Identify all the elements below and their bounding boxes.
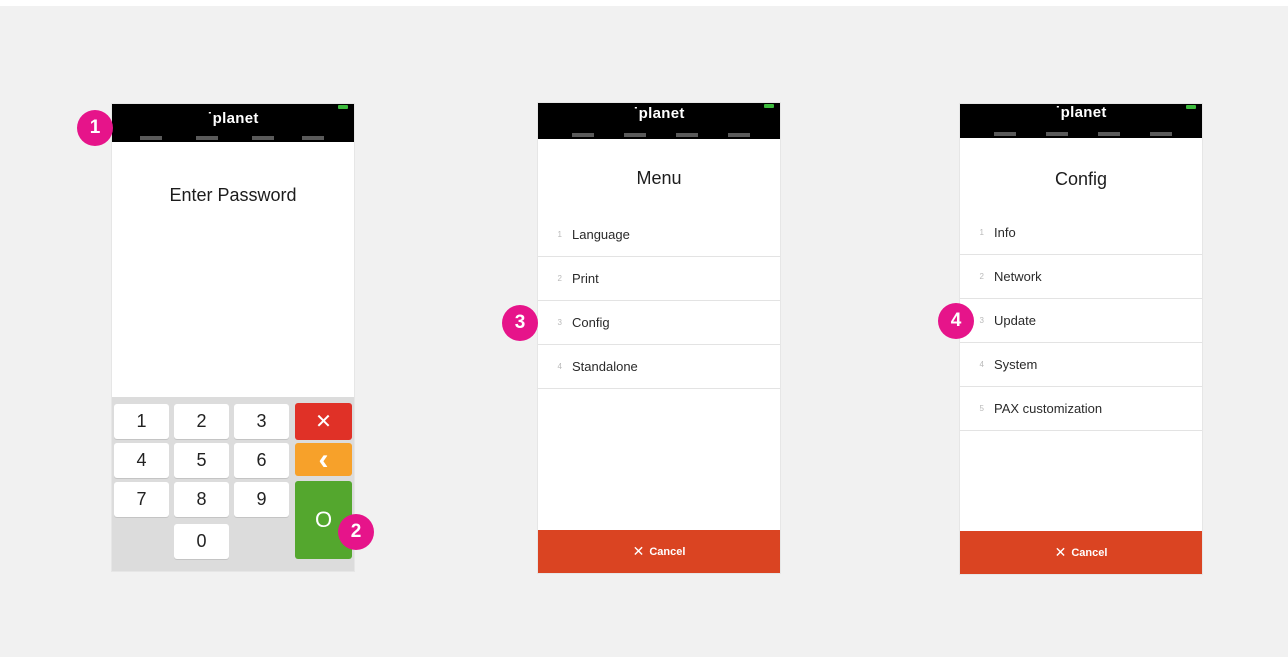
tab-indicator [1150,132,1172,136]
numeric-keypad: 1 2 3 4 5 6 7 8 9 0 ✕ ‹ O [112,397,354,571]
key-6[interactable]: 6 [234,443,289,478]
tab-indicators [960,132,1202,136]
menu-item-number: 5 [979,404,984,413]
menu-item-label: PAX customization [994,401,1103,416]
cancel-label: Cancel [649,545,686,558]
tab-indicator [624,133,646,137]
battery-icon [338,105,348,109]
ok-icon: O [314,507,333,532]
menu-item-label: Print [572,271,599,286]
step-badge-3: 3 [502,305,538,341]
menu-item-network[interactable]: 2 Network [960,255,1202,299]
menu-item-label: Standalone [572,359,638,374]
status-bar: ˙planet [112,104,354,142]
close-icon: ✕ [632,543,645,559]
config-screen: ˙planet Config 1 Info 2 Network 3 Update [959,103,1203,575]
menu-item-label: Network [994,269,1042,284]
close-icon: ✕ [315,411,332,433]
menu-item-number: 2 [557,274,562,283]
key-0[interactable]: 0 [174,524,229,559]
menu-item-number: 4 [557,362,562,371]
tab-indicator [728,133,750,137]
step-badge-2: 2 [338,514,374,550]
key-4[interactable]: 4 [114,443,169,478]
battery-icon [764,104,774,108]
backspace-key[interactable]: ‹ [295,443,352,476]
step-badge-1: 1 [77,110,113,146]
key-9[interactable]: 9 [234,482,289,517]
menu-item-info[interactable]: 1 Info [960,211,1202,255]
key-1[interactable]: 1 [114,404,169,439]
page-title: Enter Password [169,185,297,205]
tab-indicator [196,136,218,140]
menu-item-pax-customization[interactable]: 5 PAX customization [960,387,1202,431]
tab-indicators [538,133,780,137]
menu-item-label: Update [994,313,1036,328]
menu-item-system[interactable]: 4 System [960,343,1202,387]
password-screen: ˙planet Enter Password 1 2 3 4 5 6 7 8 9… [111,103,355,572]
menu-item-number: 1 [557,230,562,239]
cancel-button[interactable]: ✕ Cancel [538,530,780,573]
planet-logo: ˙planet [1055,104,1107,121]
menu-item-number: 4 [979,360,984,369]
step-badge-4: 4 [938,303,974,339]
key-8[interactable]: 8 [174,482,229,517]
tab-indicator [302,136,324,140]
key-5[interactable]: 5 [174,443,229,478]
status-bar: ˙planet [960,104,1202,138]
menu-item-update[interactable]: 3 Update [960,299,1202,343]
menu-item-label: Config [572,315,610,330]
menu-item-language[interactable]: 1 Language [538,213,780,257]
key-3[interactable]: 3 [234,404,289,439]
chevron-left-icon: ‹ [318,442,329,476]
planet-logo: ˙planet [207,110,259,127]
menu-item-config[interactable]: 3 Config [538,301,780,345]
cancel-key[interactable]: ✕ [295,403,352,440]
tab-indicator [1098,132,1120,136]
menu-item-number: 2 [979,272,984,281]
menu-screen: ˙planet Menu 1 Language 2 Print 3 Config [537,102,781,574]
tab-indicator [994,132,1016,136]
page-title: Config [1054,169,1108,189]
close-icon: ✕ [1054,544,1067,560]
menu-list: 1 Language 2 Print 3 Config 4 Standalone [538,213,780,389]
key-7[interactable]: 7 [114,482,169,517]
menu-item-standalone[interactable]: 4 Standalone [538,345,780,389]
cancel-button[interactable]: ✕ Cancel [960,531,1202,574]
menu-item-label: System [994,357,1038,372]
menu-item-print[interactable]: 2 Print [538,257,780,301]
tab-indicator [1046,132,1068,136]
tab-indicator [140,136,162,140]
tab-indicators [112,136,354,140]
key-2[interactable]: 2 [174,404,229,439]
status-bar: ˙planet [538,103,780,139]
menu-item-number: 3 [557,318,562,327]
menu-item-label: Info [994,225,1016,240]
menu-list: 1 Info 2 Network 3 Update 4 System 5 PAX… [960,211,1202,431]
tab-indicator [676,133,698,137]
background-canvas: ˙planet Enter Password 1 2 3 4 5 6 7 8 9… [0,6,1288,657]
planet-logo: ˙planet [633,105,685,122]
menu-item-number: 1 [979,228,984,237]
menu-item-label: Language [572,227,630,242]
battery-icon [1186,105,1196,109]
tab-indicator [252,136,274,140]
page-title: Menu [636,168,682,188]
cancel-label: Cancel [1071,546,1108,559]
tab-indicator [572,133,594,137]
